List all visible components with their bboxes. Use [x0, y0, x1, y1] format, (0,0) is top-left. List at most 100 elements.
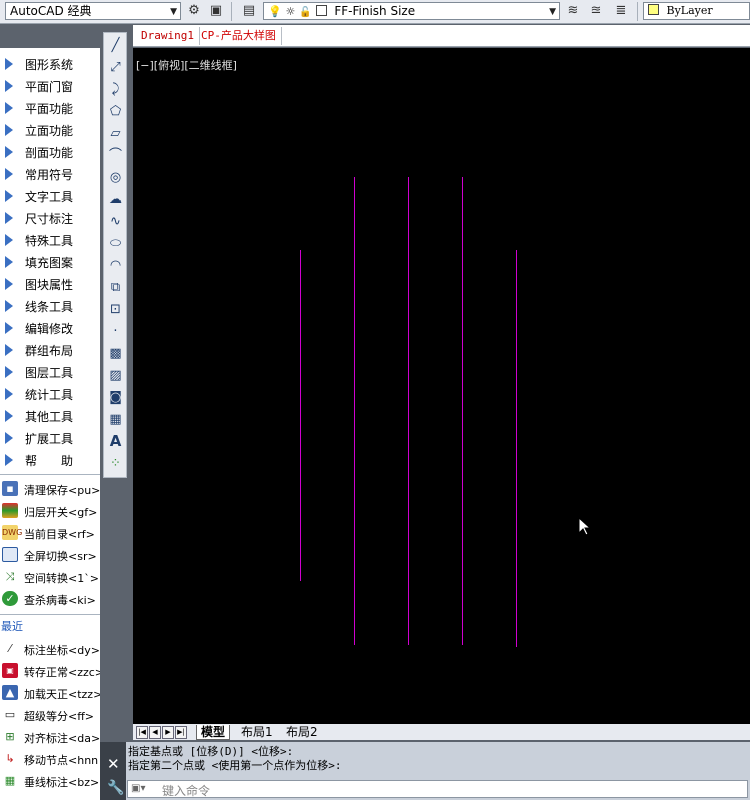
layer-dropdown[interactable]: 💡 ☼ 🔓 FF-Finish Size ▼ [263, 2, 560, 20]
menu-item[interactable]: 其他工具 [0, 405, 100, 427]
command-item[interactable]: DWG 当前目录<rf> [0, 522, 100, 544]
tab-drawing1[interactable]: Drawing1 [136, 27, 200, 45]
layer-match-icon[interactable]: ≊ [587, 2, 605, 20]
drawing-line[interactable] [354, 177, 355, 645]
recent-item[interactable]: ↳ 移动节点<hnn [0, 748, 100, 770]
menu-item[interactable]: 立面功能 [0, 119, 100, 141]
spline-icon[interactable]: ∿ [107, 213, 124, 230]
insert-block-icon[interactable]: ⧉ [107, 279, 124, 296]
lock-icon: 🔓 [299, 7, 312, 18]
recent-item[interactable]: ▣ 转存正常<zzc> [0, 660, 100, 682]
command-input[interactable]: ▣▾ 键入命令 [127, 780, 748, 798]
menu-item-label: 立面功能 [25, 124, 74, 138]
expand-arrow-icon [5, 234, 13, 246]
panel-divider [0, 614, 100, 615]
tab-layout1[interactable]: 布局1 [237, 725, 277, 739]
panel-divider [0, 474, 100, 475]
line-icon[interactable]: ╱ [107, 37, 124, 54]
menu-item[interactable]: 统计工具 [0, 383, 100, 405]
drawing-line[interactable] [300, 250, 301, 581]
close-icon[interactable]: ✕ [107, 756, 120, 772]
top-toolbar: AutoCAD 经典 ▼ ⚙ ▣ ▤ 💡 ☼ 🔓 FF-Finish Size … [0, 0, 750, 24]
table-icon[interactable]: ▦ [107, 411, 124, 428]
drawing-line[interactable] [462, 177, 463, 645]
menu-item[interactable]: 平面功能 [0, 97, 100, 119]
menu-item[interactable]: 剖面功能 [0, 141, 100, 163]
expand-arrow-icon [5, 366, 13, 378]
menu-item[interactable]: 常用符号 [0, 163, 100, 185]
ellipse-arc-icon[interactable]: ◠ [107, 257, 124, 274]
arc-icon[interactable]: ⌒ [107, 147, 124, 164]
menu-item[interactable]: 文字工具 [0, 185, 100, 207]
layer-properties-icon[interactable]: ▤ [240, 2, 258, 20]
menu-item[interactable]: 编辑修改 [0, 317, 100, 339]
recent-item[interactable]: ▲ 加载天正<tzz> [0, 682, 100, 704]
polyline-icon[interactable]: ⤸ [107, 81, 124, 98]
recent-item[interactable]: ▦ 垂线标注<bz> [0, 770, 100, 792]
polygon-icon[interactable]: ⬠ [107, 103, 124, 120]
gradient-icon[interactable]: ▨ [107, 367, 124, 384]
command-item[interactable]: 全屏切换<sr> [0, 544, 100, 566]
lightbulb-icon: 💡 [268, 5, 282, 18]
drawing-line[interactable] [516, 250, 517, 647]
menu-item[interactable]: 填充图案 [0, 251, 100, 273]
workspace-dropdown[interactable]: AutoCAD 经典 ▼ [5, 2, 181, 20]
prev-tab-icon[interactable]: ◀ [149, 726, 161, 739]
ellipse-icon[interactable]: ⬭ [107, 235, 124, 252]
menu-item[interactable]: 平面门窗 [0, 75, 100, 97]
menu-item[interactable]: 线条工具 [0, 295, 100, 317]
rectangle-icon[interactable]: ▱ [107, 125, 124, 142]
next-tab-icon[interactable]: ▶ [162, 726, 174, 739]
workspace-settings-icon[interactable]: ▣ [207, 2, 225, 20]
recent-item[interactable]: ⊞ 对齐标注<da> [0, 726, 100, 748]
tab-model[interactable]: 模型 [196, 725, 231, 740]
revision-cloud-icon[interactable]: ☁ [107, 191, 124, 208]
menu-item[interactable]: 帮 助 [0, 449, 100, 471]
menu-item[interactable]: 扩展工具 [0, 427, 100, 449]
drawing-canvas[interactable]: [−][俯视][二维线框] [133, 48, 750, 724]
recent-label: 超级等分<ff> [24, 710, 95, 723]
add-selected-icon[interactable]: ⁘ [107, 455, 124, 472]
layer-value: FF-Finish Size [334, 4, 416, 18]
menu-item-label: 特殊工具 [25, 234, 74, 248]
gear-icon[interactable]: ⚙ [185, 2, 203, 20]
layer-previous-icon[interactable]: ≣ [612, 2, 630, 20]
command-item[interactable]: 归层开关<gf> [0, 500, 100, 522]
color-dropdown[interactable]: ByLayer [643, 2, 750, 20]
last-tab-icon[interactable]: ▶| [175, 726, 187, 739]
menu-item[interactable]: 图形系统 [0, 53, 100, 75]
text-icon[interactable]: A [107, 433, 124, 450]
circle-icon[interactable]: ◎ [107, 169, 124, 186]
expand-arrow-icon [5, 322, 13, 334]
menu-item[interactable]: 特殊工具 [0, 229, 100, 251]
make-current-icon[interactable]: ≋ [564, 2, 582, 20]
shield-icon: ✓ [2, 591, 18, 606]
wrench-icon[interactable]: 🔧 [107, 780, 124, 796]
make-block-icon[interactable]: ⊡ [107, 301, 124, 318]
drawing-line[interactable] [408, 177, 409, 645]
point-icon[interactable]: · [107, 323, 124, 340]
construction-line-icon[interactable]: ⤢ [107, 59, 124, 76]
layout-tab-bar: |◀ ◀ ▶ ▶| 模型 布局1 布局2 [133, 724, 750, 740]
menu-item[interactable]: 图层工具 [0, 361, 100, 383]
grid-icon: ▦ [4, 774, 16, 787]
expand-arrow-icon [5, 80, 13, 92]
viewport-controls[interactable]: [−][俯视][二维线框] [136, 57, 237, 73]
menu-item[interactable]: 群组布局 [0, 339, 100, 361]
command-item[interactable]: ▪ 清理保存<pu> [0, 478, 100, 500]
command-item[interactable]: ✓ 查杀病毒<ki> [0, 588, 100, 610]
menu-item[interactable]: 尺寸标注 [0, 207, 100, 229]
move-node-icon: ↳ [5, 752, 15, 765]
document-tabs: Drawing1 CP-产品大样图 [133, 25, 750, 47]
menu-item[interactable]: 图块属性 [0, 273, 100, 295]
recent-item[interactable]: ⁄ 标注坐标<dy> [0, 638, 100, 660]
hatch-icon[interactable]: ▩ [107, 345, 124, 362]
tab-cp-detail[interactable]: CP-产品大样图 [196, 27, 282, 45]
command-item[interactable]: ⤨ 空间转换<1`> [0, 566, 100, 588]
command-history-line: 指定第二个点或 <使用第一个点作为位移>: [128, 759, 342, 772]
tab-layout2[interactable]: 布局2 [282, 725, 322, 739]
recent-item[interactable]: ▭ 超级等分<ff> [0, 704, 100, 726]
first-tab-icon[interactable]: |◀ [136, 726, 148, 739]
menu-item-label: 帮 助 [25, 454, 74, 468]
region-icon[interactable]: ◙ [107, 389, 124, 406]
